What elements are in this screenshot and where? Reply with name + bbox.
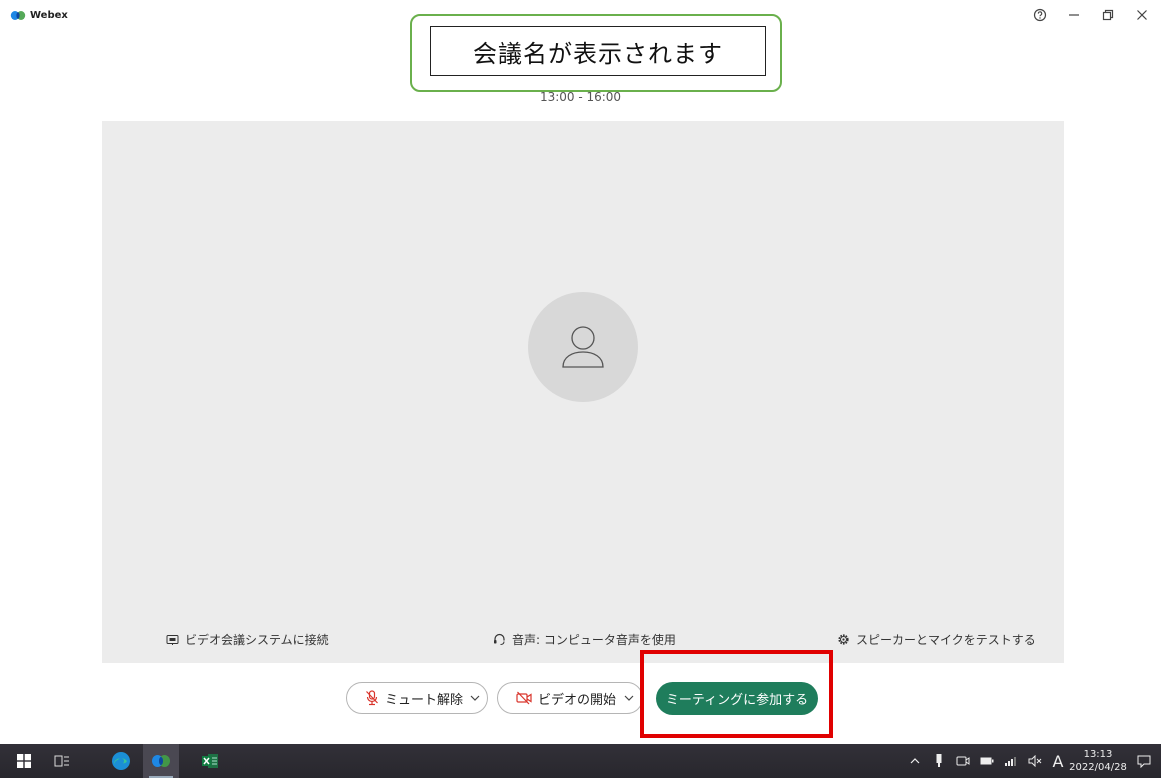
meeting-title: 会議名が表示されます [430, 26, 766, 76]
windows-logo-icon [17, 754, 31, 768]
mic-muted-icon [366, 690, 378, 706]
join-meeting-button[interactable]: ミーティングに参加する [656, 682, 818, 715]
app-brand: Webex [10, 10, 68, 21]
start-video-label: ビデオの開始 [538, 692, 617, 708]
start-video-main[interactable]: ビデオの開始 [498, 689, 616, 708]
excel-icon [202, 754, 218, 768]
unmute-main[interactable]: ミュート解除 [347, 689, 463, 708]
taskbar-webex[interactable] [143, 744, 179, 778]
connect-video-system-link[interactable]: ビデオ会議システムに接続 [166, 631, 329, 648]
tray-network[interactable] [999, 744, 1023, 778]
usb-icon [936, 754, 942, 767]
video-off-icon [516, 691, 532, 705]
webex-window: Webex 会議名が表示されます 13:00 - 16:00 ビデオ会議システム… [0, 0, 1161, 744]
headset-icon [494, 633, 505, 645]
clock-time: 13:13 [1083, 749, 1113, 760]
test-speaker-mic-label: スピーカーとマイクをテストする [856, 633, 1036, 647]
window-controls [1031, 6, 1151, 24]
chevron-up-icon [910, 758, 920, 764]
video-preview: ビデオ会議システムに接続 音声: コンピュータ音声を使用 スピーカーとマイクをテ… [102, 121, 1064, 663]
tray-usb[interactable] [927, 744, 951, 778]
task-view-icon [54, 755, 69, 767]
tray-volume[interactable] [1023, 744, 1047, 778]
unmute-button[interactable]: ミュート解除 [346, 682, 488, 714]
minimize-icon[interactable] [1065, 6, 1083, 24]
user-icon [562, 326, 604, 368]
notification-icon [1137, 755, 1151, 768]
meeting-title-callout: 会議名が表示されます [410, 14, 782, 92]
audio-option-label: 音声: コンピュータ音声を使用 [512, 633, 676, 647]
webex-logo-icon [10, 11, 26, 20]
avatar [528, 292, 638, 402]
help-icon[interactable] [1031, 6, 1049, 24]
join-options: ビデオ会議システムに接続 音声: コンピュータ音声を使用 スピーカーとマイクをテ… [102, 627, 1064, 651]
webex-app-icon [152, 755, 170, 767]
task-view-button[interactable] [46, 744, 78, 778]
restore-icon[interactable] [1099, 6, 1117, 24]
windows-taskbar: A 13:13 2022/04/28 [0, 744, 1161, 778]
close-icon[interactable] [1133, 6, 1151, 24]
meeting-time: 13:00 - 16:00 [539, 90, 622, 104]
start-button[interactable] [9, 744, 39, 778]
taskbar-excel[interactable] [194, 744, 226, 778]
system-tray: A 13:13 2022/04/28 [903, 744, 1161, 778]
chevron-down-icon [624, 695, 634, 701]
ime-indicator[interactable]: A [1047, 744, 1069, 778]
test-speaker-mic-link[interactable]: スピーカーとマイクをテストする [837, 631, 1036, 648]
video-options-dropdown[interactable] [616, 695, 642, 701]
edge-browser-icon [112, 752, 130, 770]
start-video-button[interactable]: ビデオの開始 [497, 682, 643, 714]
audio-options-dropdown[interactable] [463, 695, 487, 701]
taskbar-edge[interactable] [105, 744, 137, 778]
battery-icon [980, 757, 994, 765]
chevron-down-icon [470, 695, 480, 701]
show-hidden-icons[interactable] [903, 744, 927, 778]
signal-icon [1005, 757, 1016, 766]
tray-battery[interactable] [975, 744, 999, 778]
app-name: Webex [30, 10, 68, 21]
tray-meet-now[interactable] [951, 744, 975, 778]
connect-video-system-label: ビデオ会議システムに接続 [185, 633, 329, 647]
camera-tray-icon [956, 756, 970, 766]
taskbar-clock[interactable]: 13:13 2022/04/28 [1069, 748, 1127, 774]
notification-center-button[interactable] [1127, 744, 1161, 778]
clock-date: 2022/04/28 [1069, 762, 1127, 773]
audio-option-link[interactable]: 音声: コンピュータ音声を使用 [493, 631, 676, 648]
unmute-label: ミュート解除 [385, 692, 464, 708]
volume-muted-icon [1028, 755, 1042, 767]
meeting-controls: ミュート解除 ビデオの開始 ミーティングに参加する [0, 680, 1161, 720]
gear-icon [838, 634, 849, 645]
video-system-icon [166, 634, 179, 645]
